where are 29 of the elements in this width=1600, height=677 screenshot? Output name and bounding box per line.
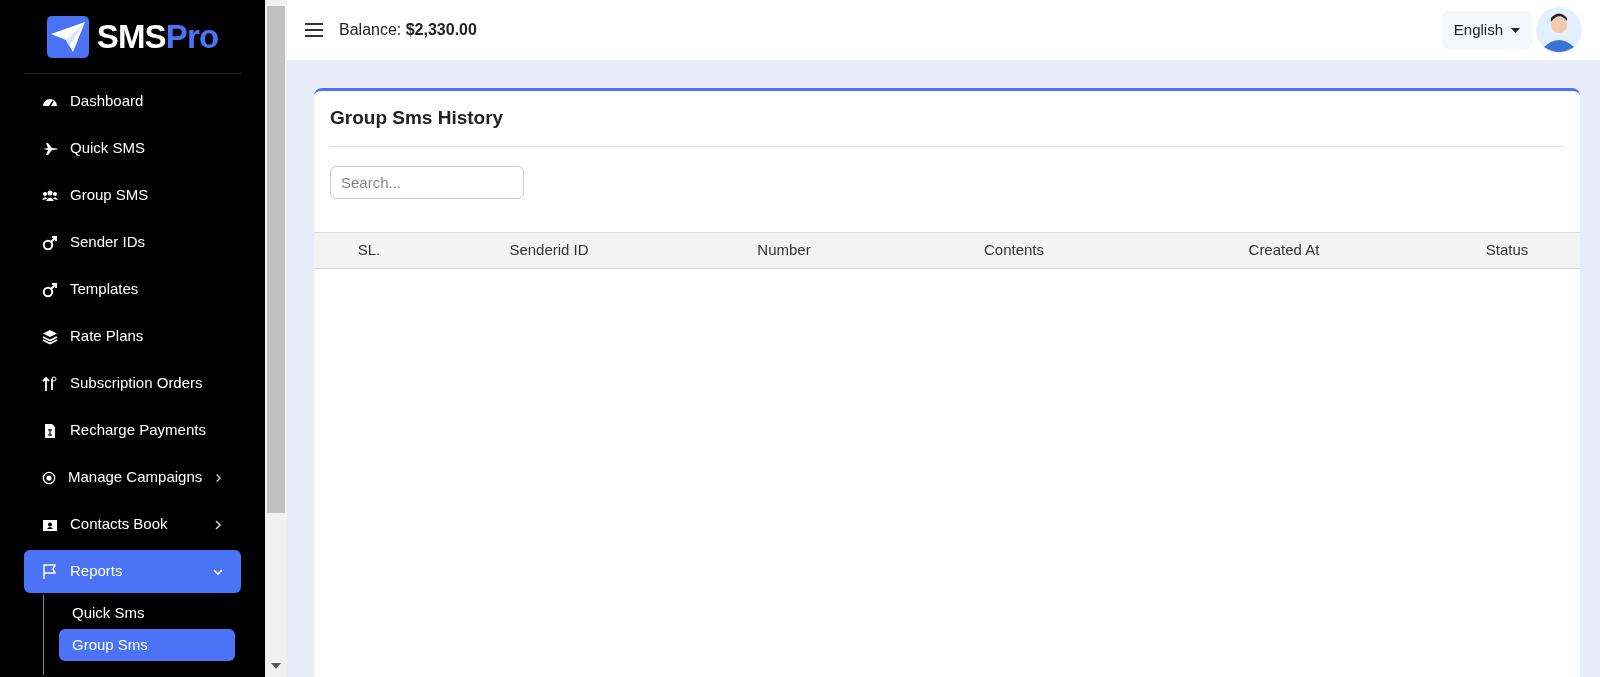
submenu-item[interactable]: Group Sms <box>59 629 235 661</box>
sort-icon <box>42 375 58 392</box>
column-header: Status <box>1484 240 1530 261</box>
chevron-right-icon <box>213 519 223 530</box>
chevron-right-icon <box>214 472 223 483</box>
mars-icon <box>42 234 58 251</box>
invoice-icon <box>42 422 58 439</box>
search-field[interactable]: Search... <box>330 166 524 199</box>
language-dropdown[interactable]: English <box>1441 11 1532 49</box>
caret-icon <box>1511 27 1520 33</box>
column-header: SL. <box>356 240 382 261</box>
avatar-icon[interactable] <box>1536 7 1582 53</box>
balance-text: Balance: $2,330.00 <box>339 20 477 40</box>
scroll-down-icon[interactable] <box>271 663 281 669</box>
scrollbar-thumb[interactable] <box>267 6 285 513</box>
paper-plane-logo-icon <box>46 15 89 58</box>
column-header: Created At <box>1247 240 1321 261</box>
target-icon <box>42 469 56 486</box>
column-header: Senderid ID <box>508 240 590 261</box>
flag-icon <box>42 563 58 580</box>
mars-icon <box>42 281 58 298</box>
menu-icon[interactable] <box>305 23 323 37</box>
card-title: Group Sms History <box>330 106 504 131</box>
layers-icon <box>42 328 58 345</box>
column-header: Contents <box>982 240 1045 261</box>
brand-name: SMSPro <box>96 16 219 57</box>
sidebar-item[interactable]: Reports <box>24 550 241 593</box>
chevron-down-icon <box>213 566 223 577</box>
column-header: Number <box>756 240 812 261</box>
